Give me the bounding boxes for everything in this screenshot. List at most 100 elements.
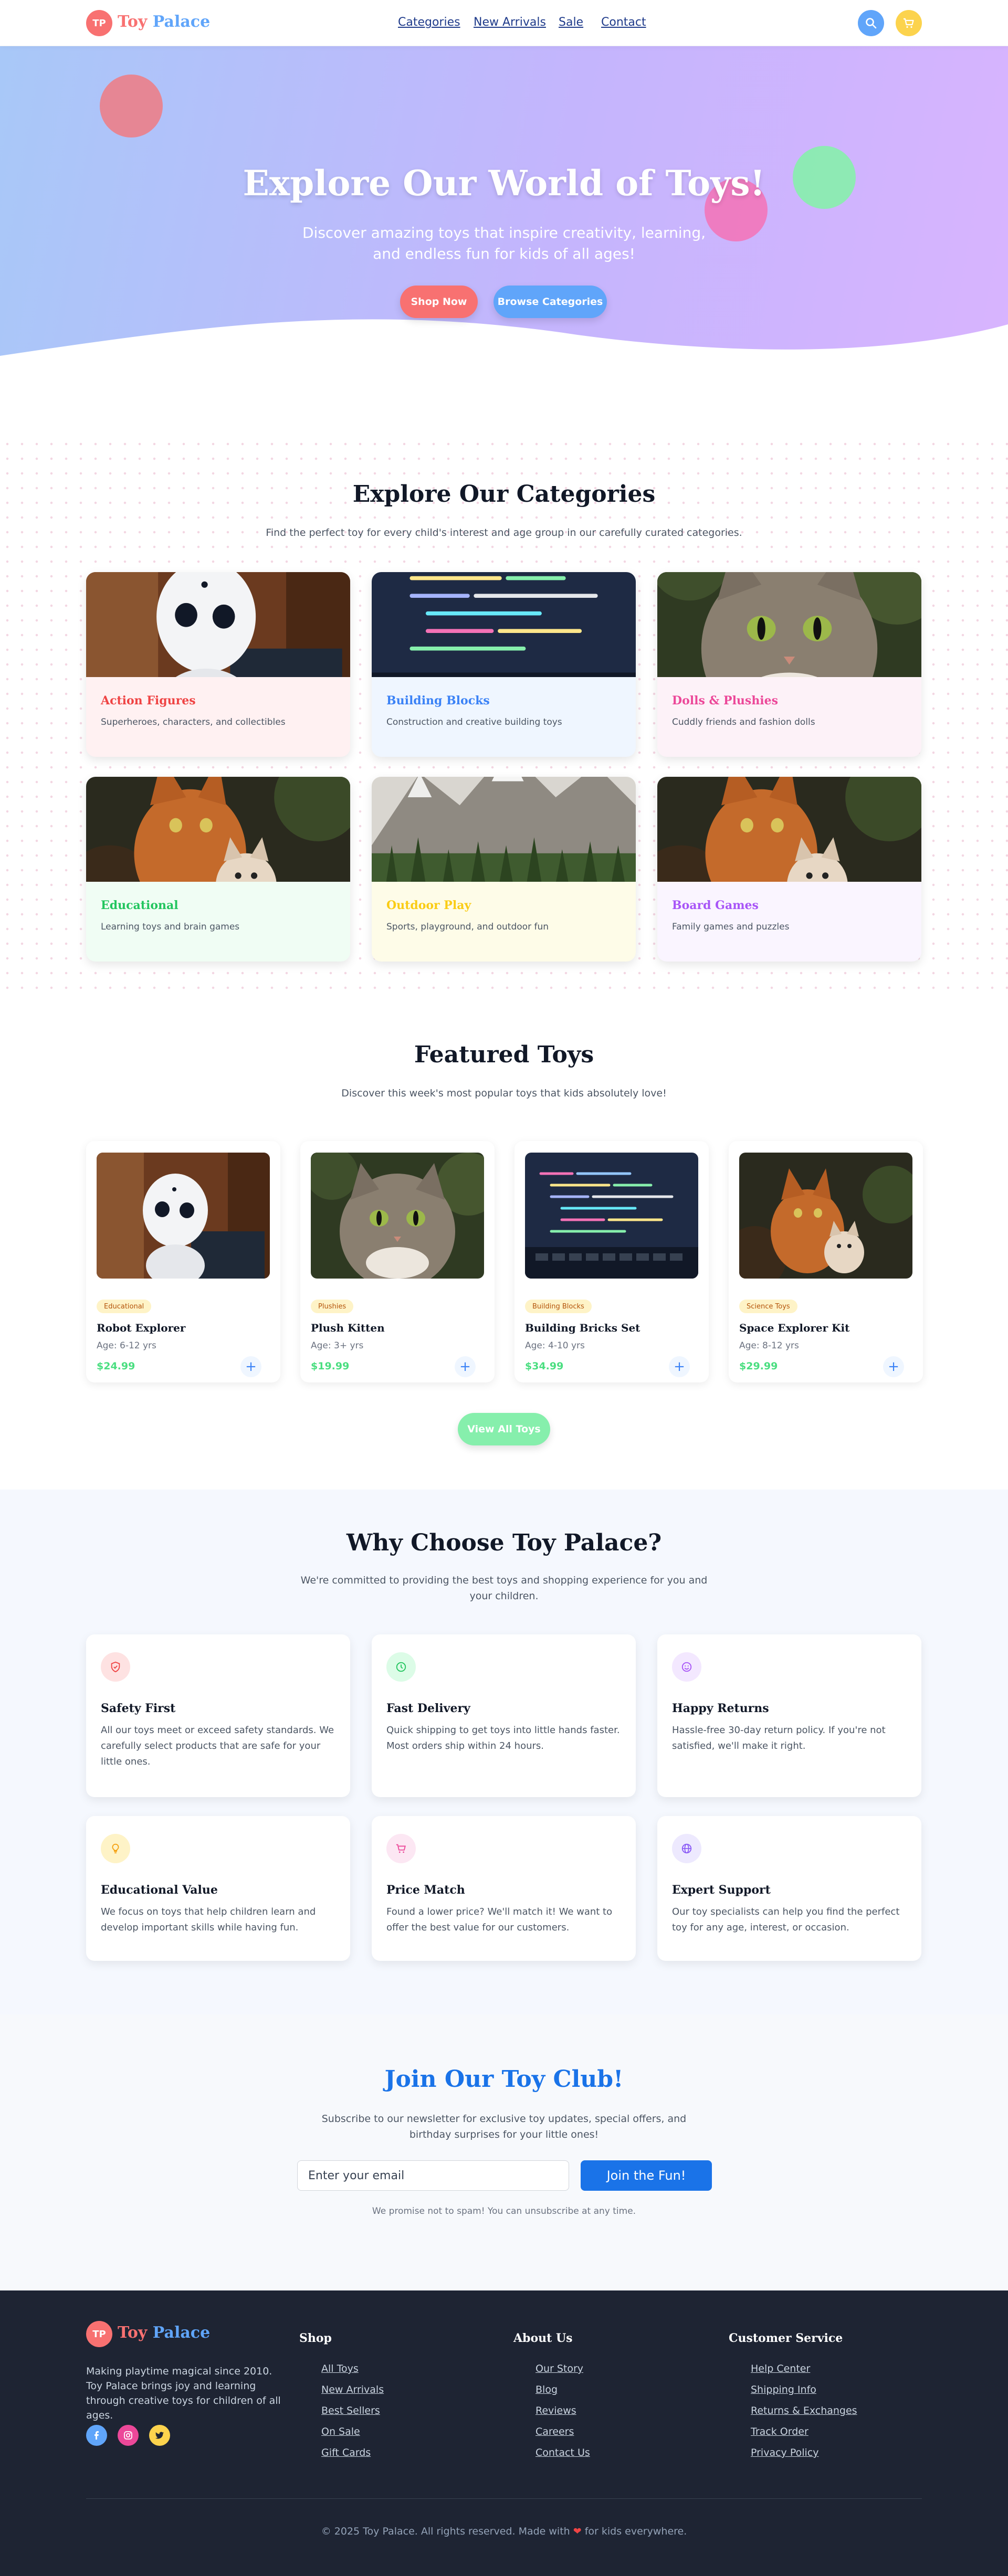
footer-link-reviews[interactable]: Reviews bbox=[536, 2405, 576, 2416]
cart-button[interactable] bbox=[896, 10, 922, 36]
twitter-button[interactable] bbox=[149, 2425, 170, 2446]
footer-link-privacy-policy[interactable]: Privacy Policy bbox=[751, 2447, 818, 2458]
plus-icon: + bbox=[674, 1359, 685, 1375]
category-image bbox=[372, 777, 636, 882]
feature-card-educational-value: Educational Value We focus on toys that h… bbox=[86, 1816, 350, 1961]
featured-title: Featured Toys bbox=[414, 1041, 594, 1068]
category-card-outdoor-play[interactable]: Outdoor Play Sports, playground, and outd… bbox=[372, 777, 636, 962]
category-image bbox=[86, 572, 350, 677]
category-card-dolls-plushies[interactable]: Dolls & Plushies Cuddly friends and fashi… bbox=[657, 572, 921, 757]
newsletter-note: We promise not to spam! You can unsubscr… bbox=[372, 2206, 636, 2216]
product-image[interactable] bbox=[311, 1153, 484, 1279]
product-card-space-explorer-kit[interactable]: Science Toys Space Explorer Kit Age: 8-12 … bbox=[729, 1141, 923, 1382]
footer-link-all-toys[interactable]: All Toys bbox=[321, 2363, 359, 2374]
email-input[interactable]: Enter your email bbox=[297, 2160, 569, 2191]
smile-icon bbox=[681, 1662, 692, 1672]
product-photo bbox=[525, 1153, 698, 1279]
view-all-toys-button[interactable]: View All Toys bbox=[458, 1413, 550, 1445]
hero-section: Explore Our World of Toys! Discover amaz… bbox=[0, 46, 1008, 378]
logo-text[interactable]: Toy Palace bbox=[118, 13, 210, 31]
join-button[interactable]: Join the Fun! bbox=[581, 2160, 712, 2191]
footer-link-best-sellers[interactable]: Best Sellers bbox=[321, 2405, 380, 2416]
footer-heading-about-us: About Us bbox=[513, 2331, 573, 2345]
footer-link-shipping-info[interactable]: Shipping Info bbox=[751, 2384, 816, 2395]
add-to-cart-button[interactable]: + bbox=[240, 1356, 261, 1377]
category-card-board-games[interactable]: Board Games Family games and puzzles bbox=[657, 777, 921, 962]
footer-logo-text[interactable]: Toy Palace bbox=[118, 2324, 210, 2342]
category-card-educational[interactable]: Educational Learning toys and brain games bbox=[86, 777, 350, 962]
footer-link-blog[interactable]: Blog bbox=[536, 2384, 558, 2395]
nav-link-categories[interactable]: Categories bbox=[398, 16, 460, 29]
product-image[interactable] bbox=[97, 1153, 270, 1279]
feature-card-fast-delivery: Fast Delivery Quick shipping to get toys … bbox=[372, 1634, 636, 1797]
category-description: Cuddly friends and fashion dolls bbox=[672, 717, 815, 727]
feature-icon-wrap bbox=[101, 1834, 130, 1863]
category-description: Sports, playground, and outdoor fun bbox=[386, 922, 549, 932]
categories-subtitle: Find the perfect toy for every child's i… bbox=[266, 527, 742, 539]
why-subtitle: We're committed to providing the best to… bbox=[300, 1575, 708, 1602]
product-image[interactable] bbox=[739, 1153, 912, 1279]
footer-link-careers[interactable]: Careers bbox=[536, 2426, 574, 2437]
newsletter-subtitle: Subscribe to our newsletter for exclusiv… bbox=[321, 2113, 687, 2140]
feature-icon-wrap bbox=[386, 1834, 416, 1863]
browse-categories-button[interactable]: Browse Categories bbox=[494, 286, 607, 318]
category-description: Family games and puzzles bbox=[672, 922, 790, 932]
product-tag: Science Toys bbox=[739, 1300, 797, 1313]
product-name[interactable]: Building Bricks Set bbox=[525, 1322, 640, 1334]
nav-link-new-arrivals[interactable]: New Arrivals bbox=[474, 16, 546, 29]
footer-link-on-sale[interactable]: On Sale bbox=[321, 2426, 360, 2437]
footer-logo-word-1: Toy bbox=[118, 2324, 148, 2342]
footer-link-gift-cards[interactable]: Gift Cards bbox=[321, 2447, 371, 2458]
product-name[interactable]: Robot Explorer bbox=[97, 1322, 185, 1334]
product-name[interactable]: Plush Kitten bbox=[311, 1322, 385, 1334]
hero-title: Explore Our World of Toys! bbox=[243, 163, 765, 204]
logo-word-1: Toy bbox=[118, 13, 148, 31]
product-age: Age: 6-12 yrs bbox=[97, 1340, 156, 1351]
add-to-cart-button[interactable]: + bbox=[669, 1356, 690, 1377]
product-card-plush-kitten[interactable]: Plushies Plush Kitten Age: 3+ yrs $19.99 + bbox=[300, 1141, 495, 1382]
product-tag: Educational bbox=[97, 1300, 152, 1313]
feature-text: Quick shipping to get toys into little h… bbox=[386, 1725, 620, 1751]
product-price: $19.99 bbox=[311, 1360, 350, 1372]
footer-logo-badge[interactable]: TP bbox=[86, 2321, 112, 2347]
instagram-icon bbox=[124, 2431, 132, 2440]
product-image[interactable] bbox=[525, 1153, 698, 1279]
product-price: $34.99 bbox=[525, 1360, 564, 1372]
logo-badge[interactable]: TP bbox=[86, 10, 112, 36]
product-card-building-bricks-set[interactable]: Building Blocks Building Bricks Set Age: 4… bbox=[514, 1141, 709, 1382]
footer-link-our-story[interactable]: Our Story bbox=[536, 2363, 583, 2374]
cart-icon bbox=[396, 1844, 406, 1853]
lightbulb-icon bbox=[112, 1843, 119, 1854]
search-button[interactable] bbox=[858, 10, 884, 36]
add-to-cart-button[interactable]: + bbox=[455, 1356, 476, 1377]
facebook-button[interactable] bbox=[86, 2425, 107, 2446]
nav-link-sale[interactable]: Sale bbox=[559, 16, 583, 29]
copyright-text-end: for kids everywhere. bbox=[584, 2526, 687, 2537]
copyright-text-start: © 2025 Toy Palace. All rights reserved. … bbox=[321, 2526, 570, 2537]
footer-link-track-order[interactable]: Track Order bbox=[751, 2426, 808, 2437]
footer-link-contact-us[interactable]: Contact Us bbox=[536, 2447, 590, 2458]
instagram-button[interactable] bbox=[118, 2425, 139, 2446]
feature-title: Educational Value bbox=[101, 1883, 218, 1897]
product-card-robot-explorer[interactable]: Educational Robot Explorer Age: 6-12 yrs $2… bbox=[86, 1141, 280, 1382]
featured-subtitle: Discover this week's most popular toys t… bbox=[341, 1088, 667, 1099]
category-card-building-blocks[interactable]: Building Blocks Construction and creative… bbox=[372, 572, 636, 757]
category-card-action-figures[interactable]: Action Figures Superheroes, characters, a… bbox=[86, 572, 350, 757]
product-photo bbox=[739, 1153, 912, 1279]
category-description: Superheroes, characters, and collectible… bbox=[101, 717, 286, 727]
product-name[interactable]: Space Explorer Kit bbox=[739, 1322, 849, 1334]
logo-word-2: Palace bbox=[152, 13, 211, 31]
add-to-cart-button[interactable]: + bbox=[883, 1356, 904, 1377]
category-name: Board Games bbox=[672, 899, 759, 912]
product-price: $29.99 bbox=[739, 1360, 778, 1372]
decor-circle-red bbox=[100, 75, 163, 138]
nav-link-contact[interactable]: Contact bbox=[601, 16, 646, 29]
footer-link-new-arrivals[interactable]: New Arrivals bbox=[321, 2384, 384, 2395]
product-age: Age: 4-10 yrs bbox=[525, 1340, 585, 1351]
shop-now-button[interactable]: Shop Now bbox=[400, 286, 478, 318]
footer-link-returns-exchanges[interactable]: Returns & Exchanges bbox=[751, 2405, 857, 2416]
footer-link-help-center[interactable]: Help Center bbox=[751, 2363, 810, 2374]
product-age: Age: 3+ yrs bbox=[311, 1340, 364, 1351]
plus-icon: + bbox=[888, 1359, 899, 1375]
shield-icon bbox=[111, 1661, 120, 1673]
